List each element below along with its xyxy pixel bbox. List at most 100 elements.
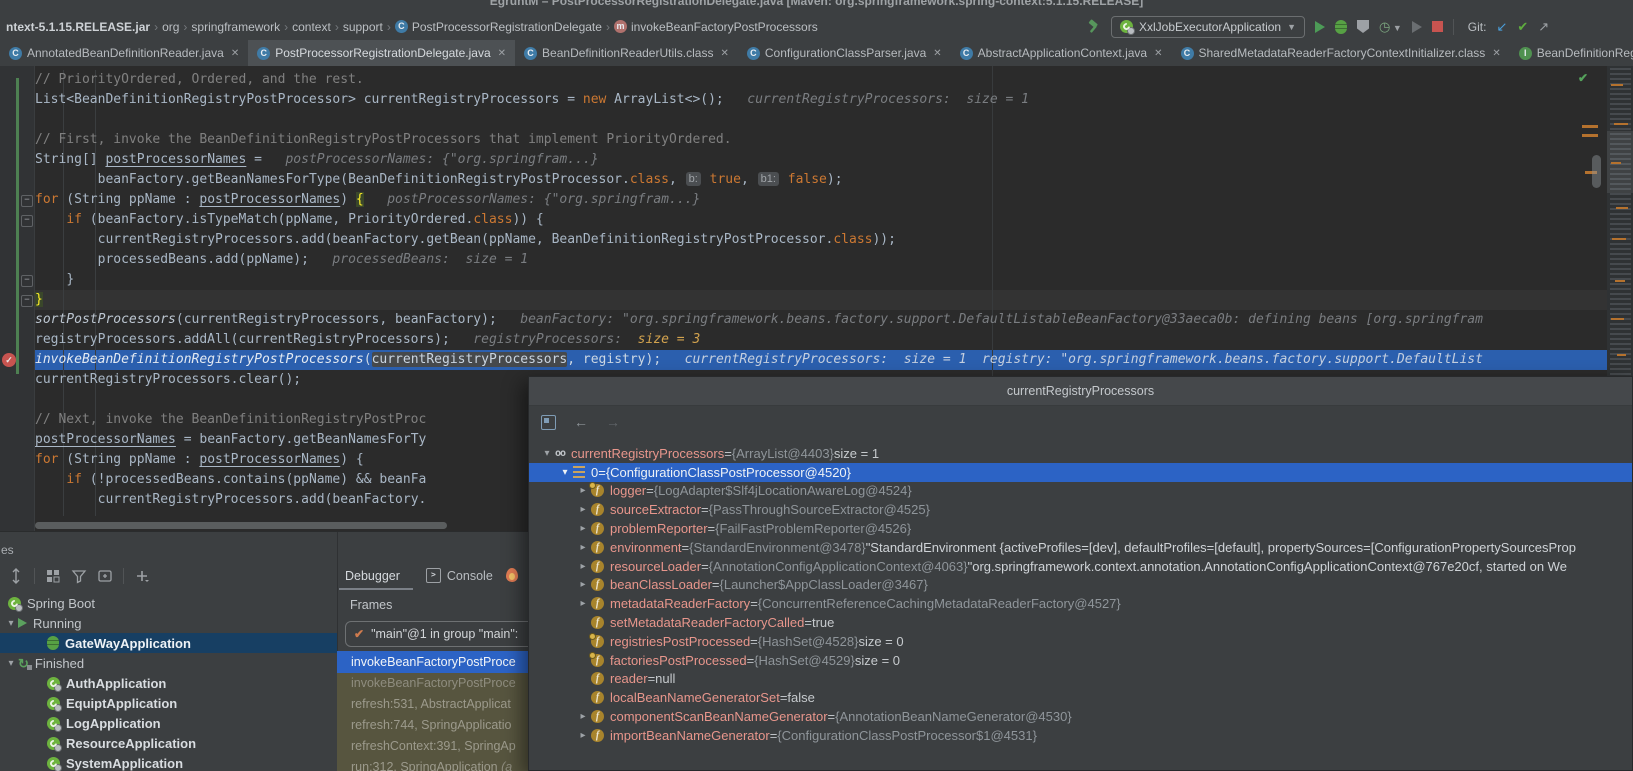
close-icon[interactable]: ✕ [1492, 48, 1500, 59]
chevron-right-icon[interactable]: ▸ [575, 711, 591, 722]
build-icon[interactable] [1086, 19, 1101, 34]
breadcrumb-item[interactable]: CPostProcessorRegistrationDelegate [395, 20, 602, 34]
horizontal-scrollbar[interactable] [35, 522, 447, 529]
error-stripe-mark[interactable] [1582, 134, 1598, 137]
variable-row[interactable]: ffactoriesPostProcessed = {HashSet@4529}… [529, 651, 1632, 670]
editor-tab[interactable]: CBeanDefinitionReaderUtils.class✕ [515, 40, 738, 66]
editor-tab[interactable]: CAbstractApplicationContext.java✕ [951, 40, 1172, 66]
breadcrumb-item[interactable]: org [162, 20, 179, 34]
editor-tab[interactable]: IBeanDefinitionRegistryPos [1510, 40, 1633, 66]
close-icon[interactable]: ✕ [231, 48, 239, 59]
variable-row[interactable]: freader = null [529, 670, 1632, 689]
close-icon[interactable]: ✕ [1154, 48, 1162, 59]
view-options-icon[interactable] [541, 415, 556, 430]
variable-row[interactable]: fregistriesPostProcessed = {HashSet@4528… [529, 632, 1632, 651]
service-row-running[interactable]: ▾Running [0, 613, 337, 633]
service-row-spring-boot[interactable]: Spring Boot [0, 593, 337, 613]
breadcrumb-item[interactable]: context [292, 20, 331, 34]
fold-marker[interactable]: − [21, 195, 33, 207]
chevron-right-icon[interactable]: ▸ [575, 579, 591, 590]
chevron-right-icon[interactable]: ▸ [575, 523, 591, 534]
service-row-logapplication[interactable]: LogApplication [0, 713, 337, 733]
variable-row[interactable]: flocalBeanNameGeneratorSet = false [529, 688, 1632, 707]
forward-icon[interactable]: → [606, 414, 620, 430]
breakpoint-icon[interactable]: ✓ [2, 353, 16, 367]
variable-row[interactable]: ▸fenvironment = {StandardEnvironment@347… [529, 538, 1632, 557]
service-row-equiptapplication[interactable]: EquiptApplication [0, 693, 337, 713]
stack-frame-row[interactable]: refresh:744, SpringApplicatio [337, 715, 528, 736]
chevron-right-icon[interactable]: ▸ [575, 542, 591, 553]
editor-gutter[interactable]: − − − − ✓ [0, 66, 35, 531]
stack-frame-row[interactable]: refreshContext:391, SpringAp [337, 736, 528, 757]
chevron-down-icon[interactable]: ▾ [539, 448, 555, 459]
error-stripe-mark[interactable] [1582, 125, 1598, 128]
variable-row[interactable]: ▾0 = {ConfigurationClassPostProcessor@45… [529, 463, 1632, 482]
chevron-right-icon[interactable]: ▸ [575, 598, 591, 609]
variable-row[interactable]: ▾oocurrentRegistryProcessors = {ArrayLis… [529, 444, 1632, 463]
stack-frame-row[interactable]: refresh:531, AbstractApplicat [337, 694, 528, 715]
editor-tab[interactable]: CSharedMetadataReaderFactoryContextIniti… [1172, 40, 1510, 66]
thread-selector[interactable]: ✔ "main"@1 in group "main": [345, 621, 544, 647]
chevron-down-icon[interactable]: ▾ [557, 467, 573, 478]
chevron-right-icon[interactable]: ▸ [575, 730, 591, 741]
chevron-down-icon[interactable]: ▾ [4, 618, 18, 629]
editor-tab[interactable]: CPostProcessorRegistrationDelegate.java✕ [248, 40, 515, 66]
variable-row[interactable]: ▸fresourceLoader = {AnnotationConfigAppl… [529, 557, 1632, 576]
group-by-icon[interactable] [45, 568, 61, 584]
stack-frame-row[interactable]: invokeBeanFactoryPostProce [337, 673, 528, 694]
close-icon[interactable]: ✕ [498, 48, 506, 59]
stop-button[interactable] [1432, 21, 1443, 32]
service-row-gatewayapplication[interactable]: GateWayApplication [0, 633, 337, 653]
variable-row[interactable]: ▸fimportBeanNameGenerator = {Configurati… [529, 726, 1632, 745]
tab-debugger[interactable]: Debugger [345, 569, 400, 583]
stack-frame-row[interactable]: run:312, SpringApplication (a [337, 757, 528, 771]
run-configuration-select[interactable]: XxlJobExecutorApplication ▼ [1111, 16, 1305, 38]
tab-console[interactable]: > Console [426, 568, 493, 583]
coverage-button[interactable] [1357, 20, 1369, 33]
chevron-right-icon[interactable]: ▸ [575, 561, 591, 572]
fold-marker[interactable]: − [21, 215, 33, 227]
variable-row[interactable]: ▸fmetadataReaderFactory = {ConcurrentRef… [529, 594, 1632, 613]
profiler-flame-icon[interactable] [506, 568, 518, 582]
close-icon[interactable]: ✕ [933, 48, 941, 59]
breadcrumb-item[interactable]: support [343, 20, 383, 34]
debug-button[interactable] [1335, 20, 1347, 34]
service-row-systemapplication[interactable]: SystemApplication [0, 753, 337, 771]
breadcrumb[interactable]: ntext-5.1.15.RELEASE.jar›org›springframe… [6, 13, 818, 40]
breadcrumb-item[interactable]: minvokeBeanFactoryPostProcessors [614, 20, 818, 34]
add-service-icon[interactable] [134, 568, 150, 584]
rerun-button-disabled[interactable] [1412, 21, 1422, 33]
stack-frame-row[interactable]: invokeBeanFactoryPostProce [337, 651, 528, 673]
editor-tab[interactable]: CAnnotatedBeanDefinitionReader.java✕ [0, 40, 248, 66]
vertical-scrollbar[interactable] [1592, 155, 1601, 188]
fold-marker[interactable]: − [21, 295, 33, 307]
breadcrumb-item[interactable]: springframework [191, 20, 280, 34]
fold-marker[interactable]: − [21, 275, 33, 287]
variable-name: importBeanNameGenerator [610, 728, 770, 743]
variable-row[interactable]: ▸fbeanClassLoader = {Launcher$AppClassLo… [529, 576, 1632, 595]
variable-row[interactable]: fsetMetadataReaderFactoryCalled = true [529, 613, 1632, 632]
run-button[interactable] [1315, 21, 1325, 33]
back-icon[interactable]: ← [574, 414, 588, 430]
service-row-authapplication[interactable]: AuthApplication [0, 673, 337, 693]
inspections-ok-icon[interactable]: ✔ [1578, 71, 1588, 85]
git-update-button[interactable]: ↙ [1496, 19, 1507, 35]
add-frame-icon[interactable] [97, 568, 113, 584]
git-push-button[interactable]: ↗ [1538, 19, 1549, 35]
filter-icon[interactable] [71, 568, 87, 584]
service-row-resourceapplication[interactable]: ResourceApplication [0, 733, 337, 753]
variable-row[interactable]: ▸fproblemReporter = {FailFastProblemRepo… [529, 519, 1632, 538]
chevron-down-icon[interactable]: ▾ [4, 658, 18, 669]
service-row-finished[interactable]: ▾↻Finished [0, 653, 337, 673]
git-commit-button[interactable]: ✔ [1517, 19, 1528, 35]
chevron-right-icon[interactable]: ▸ [575, 504, 591, 515]
collapse-all-icon[interactable] [8, 568, 24, 584]
variable-row[interactable]: ▸flogger = {LogAdapter$Slf4jLocationAwar… [529, 482, 1632, 501]
variable-row[interactable]: ▸fsourceExtractor = {PassThroughSourceEx… [529, 500, 1632, 519]
close-icon[interactable]: ✕ [720, 48, 728, 59]
profiler-button[interactable]: ◷ ▼ [1379, 19, 1402, 35]
breadcrumb-item[interactable]: ntext-5.1.15.RELEASE.jar [6, 20, 150, 34]
editor-tab[interactable]: CConfigurationClassParser.java✕ [738, 40, 951, 66]
variable-row[interactable]: ▸fcomponentScanBeanNameGenerator = {Anno… [529, 707, 1632, 726]
code-minimap[interactable] [1607, 66, 1633, 378]
